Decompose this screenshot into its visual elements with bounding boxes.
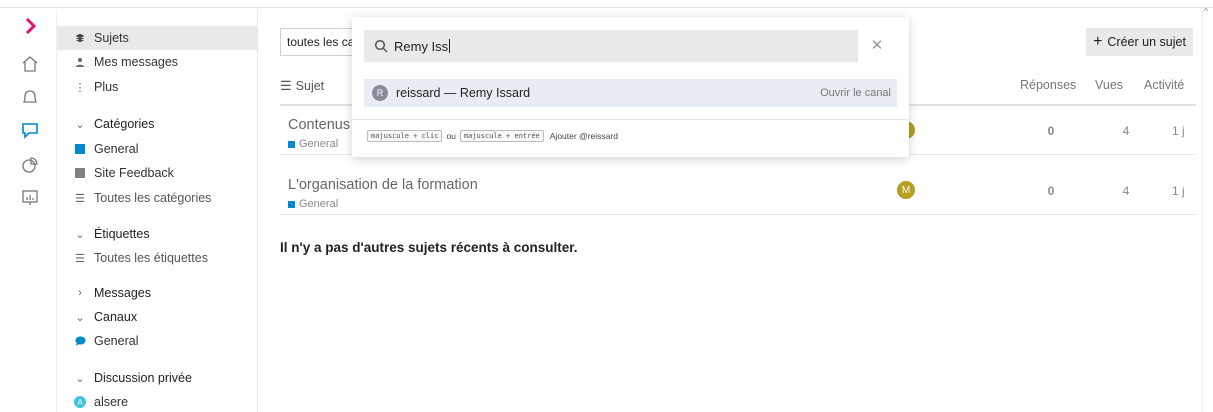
sidebar-item-label: General: [94, 334, 139, 348]
column-header-replies[interactable]: Réponses: [1020, 78, 1076, 92]
search-input[interactable]: Remy Iss: [364, 30, 858, 62]
list-icon: ☰: [75, 192, 85, 205]
topic-title-link[interactable]: L'organisation de la formation: [288, 177, 478, 193]
create-topic-button[interactable]: + Créer un sujet: [1086, 28, 1193, 56]
column-header-views[interactable]: Vues: [1095, 78, 1123, 92]
chevron-down-icon: ⌄: [75, 372, 85, 385]
table-row: L'organisation de la formation General M…: [280, 167, 1196, 215]
no-more-topics-message: Il n'y a pas d'autres sujets récents à c…: [280, 240, 578, 255]
sidebar-item-category-general[interactable]: General: [57, 137, 257, 161]
avatar: R: [372, 85, 388, 101]
search-icon: [374, 39, 388, 53]
sidebar-item-all-tags[interactable]: ☰ Toutes les étiquettes: [57, 246, 257, 270]
pie-chart-icon[interactable]: [20, 155, 40, 175]
sidebar-section-messages[interactable]: › Messages: [57, 281, 257, 305]
avatar[interactable]: M: [897, 181, 915, 199]
topic-activity[interactable]: 1 j: [1172, 184, 1185, 198]
user-icon: [74, 57, 86, 67]
chevron-down-icon: ⌄: [75, 311, 85, 324]
hint-add-user: Ajouter @reissard: [549, 131, 618, 141]
sidebar-section-canaux[interactable]: ⌄ Canaux: [57, 305, 257, 329]
plus-icon: +: [1093, 33, 1103, 50]
list-icon: ☰: [280, 78, 292, 93]
sidebar-item-label: alsere: [94, 395, 129, 409]
sidebar-item-channel-general[interactable]: General: [57, 329, 257, 353]
topic-replies: 0: [1047, 184, 1055, 198]
topic-activity[interactable]: 1 j: [1172, 124, 1185, 138]
category-badge-icon: [74, 168, 86, 178]
topic-category[interactable]: General: [288, 138, 338, 150]
topic-views: 4: [1122, 184, 1130, 198]
topic-category[interactable]: General: [288, 198, 338, 210]
sidebar-section-label: Canaux: [94, 310, 138, 324]
vertical-ellipsis-icon: ⋮: [74, 81, 86, 94]
category-badge-icon: [288, 140, 295, 148]
keyboard-hint: majuscule + clic ou majuscule + entrée A…: [367, 130, 622, 142]
topic-category-label: General: [299, 198, 339, 210]
kbd-shift-enter: majuscule + entrée: [459, 130, 544, 142]
sidebar-section-label: Catégories: [94, 117, 155, 131]
topic-views: 4: [1122, 124, 1130, 138]
chevron-right-icon: ›: [78, 287, 82, 299]
kbd-shift-click: majuscule + clic: [367, 130, 443, 142]
topic-category-label: General: [299, 138, 339, 150]
scrollbar[interactable]: [1202, 10, 1213, 412]
search-result-item[interactable]: R reissard — Remy Issard Ouvrir le canal: [364, 79, 897, 107]
list-icon: ☰: [75, 252, 85, 265]
column-header-subject[interactable]: ☰ Sujet: [280, 78, 324, 94]
column-header-label: Sujet: [295, 79, 325, 93]
chevron-down-icon: ⌄: [75, 228, 85, 241]
app-rail: [0, 10, 54, 412]
scroll-up-icon[interactable]: ^: [1204, 6, 1208, 16]
sidebar-item-category-site-feedback[interactable]: Site Feedback: [57, 161, 257, 185]
sidebar: Sujets Mes messages ⋮ Plus ⌄ Catégories …: [56, 10, 258, 412]
top-border: [0, 0, 1213, 8]
sidebar-section-label: Étiquettes: [94, 227, 150, 241]
layers-icon: [74, 33, 86, 43]
expand-chevron-icon[interactable]: [20, 16, 40, 36]
sidebar-item-label: Plus: [94, 80, 119, 94]
sidebar-section-etiquettes[interactable]: ⌄ Étiquettes: [57, 222, 257, 246]
sidebar-section-categories[interactable]: ⌄ Catégories: [57, 112, 257, 136]
category-badge-icon: [74, 144, 86, 154]
user-search-popup: Remy Iss ✕ R reissard — Remy Issard Ouvr…: [352, 17, 909, 157]
sidebar-item-label: General: [94, 142, 139, 156]
home-icon[interactable]: [20, 54, 40, 74]
search-result-label: reissard — Remy Issard: [396, 86, 531, 100]
sidebar-item-mes-messages[interactable]: Mes messages: [57, 50, 257, 74]
sidebar-item-label: Toutes les étiquettes: [94, 251, 208, 265]
hint-or: ou: [446, 131, 456, 141]
column-header-activity[interactable]: Activité: [1144, 78, 1184, 92]
bell-icon[interactable]: [20, 87, 40, 107]
sidebar-item-label: Site Feedback: [94, 166, 174, 180]
close-icon[interactable]: ✕: [868, 36, 886, 54]
sidebar-section-label: Discussion privée: [94, 371, 192, 385]
sidebar-section-discussion-privee[interactable]: ⌄ Discussion privée: [57, 366, 257, 390]
topic-title-link[interactable]: Contenus t: [288, 117, 358, 133]
text-cursor: [449, 39, 451, 53]
sidebar-item-dm-alsere[interactable]: A alsere: [57, 390, 257, 412]
sidebar-item-label: Toutes les catégories: [94, 191, 212, 205]
open-channel-link[interactable]: Ouvrir le canal: [820, 87, 891, 99]
avatar-initial: A: [74, 396, 86, 408]
category-badge-icon: [288, 200, 295, 208]
chat-icon[interactable]: [20, 120, 40, 140]
sidebar-item-sujets[interactable]: Sujets: [57, 26, 257, 50]
chevron-down-icon: ⌄: [75, 118, 85, 131]
divider: [352, 119, 909, 120]
sidebar-item-label: Sujets: [94, 31, 129, 45]
presentation-icon[interactable]: [20, 188, 40, 208]
topic-replies: 0: [1047, 124, 1055, 138]
sidebar-item-all-categories[interactable]: ☰ Toutes les catégories: [57, 186, 257, 210]
sidebar-item-label: Mes messages: [94, 55, 179, 69]
avatar: A: [74, 396, 86, 408]
sidebar-item-plus[interactable]: ⋮ Plus: [57, 75, 257, 99]
chat-bubble-icon: [74, 336, 86, 346]
create-topic-label: Créer un sujet: [1107, 35, 1186, 49]
sidebar-section-label: Messages: [94, 286, 151, 300]
search-query: Remy Iss: [394, 38, 449, 54]
